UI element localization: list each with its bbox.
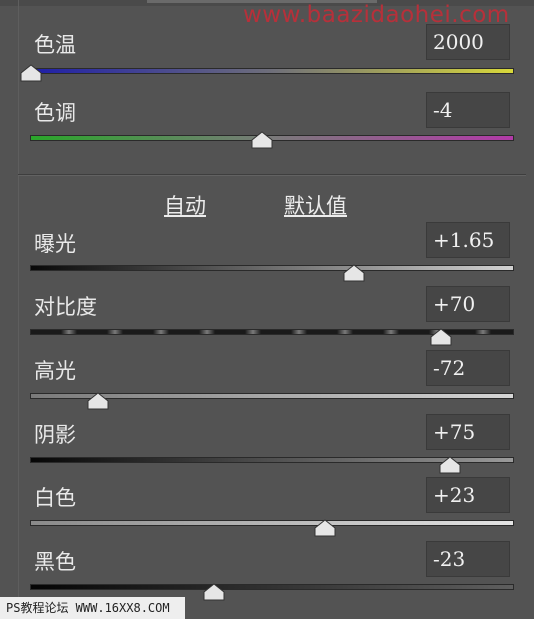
panel-left-edge [18, 0, 19, 600]
footer-watermark: PS教程论坛 WWW.16XX8.COM [0, 597, 185, 619]
exposure-slider-track[interactable] [30, 265, 514, 271]
blacks-value-field[interactable]: -23 [426, 541, 510, 577]
blacks-label: 黑色 [34, 550, 76, 574]
exposure-value-field[interactable]: +1.65 [426, 222, 510, 258]
highlights-value-field[interactable]: -72 [426, 350, 510, 386]
auto-button[interactable]: 自动 [164, 190, 206, 220]
tint-label: 色调 [34, 101, 76, 125]
exposure-label: 曝光 [34, 232, 76, 256]
section-divider [18, 174, 526, 176]
shadows-label: 阴影 [34, 423, 76, 447]
contrast-label: 对比度 [34, 295, 97, 319]
whites-value-field[interactable]: +23 [426, 477, 510, 513]
blacks-slider-track[interactable] [30, 584, 514, 590]
tint-value-field[interactable]: -4 [426, 92, 510, 128]
temperature-slider-track[interactable] [30, 68, 514, 74]
default-button[interactable]: 默认值 [284, 190, 347, 220]
whites-label: 白色 [34, 486, 76, 510]
temperature-value-field[interactable]: 2000 [426, 24, 510, 60]
whites-slider-track[interactable] [30, 520, 514, 526]
shadows-value-field[interactable]: +75 [426, 414, 510, 450]
temperature-label: 色温 [34, 33, 76, 57]
highlights-label: 高光 [34, 359, 76, 383]
contrast-value-field[interactable]: +70 [426, 286, 510, 322]
